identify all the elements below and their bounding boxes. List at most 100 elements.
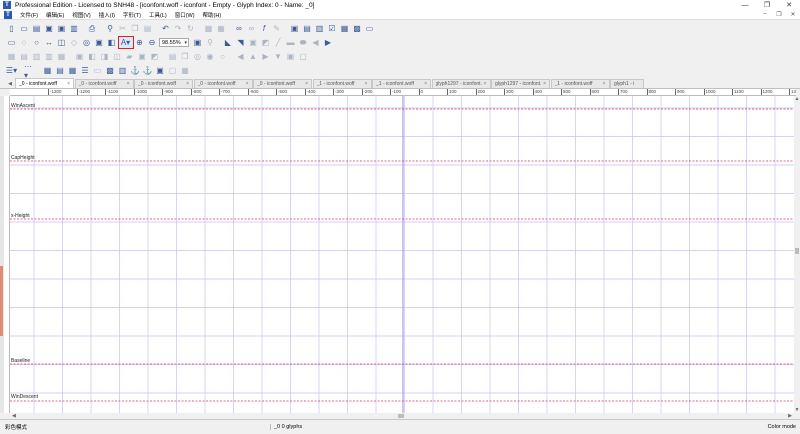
- skew-icon[interactable]: ▰: [124, 51, 135, 62]
- triangle-left-icon[interactable]: ◀: [235, 51, 246, 62]
- zoom-out-icon[interactable]: ⊖: [147, 37, 158, 48]
- tab-document[interactable]: _1 - iconfont.woff ×: [550, 79, 610, 88]
- horizontal-scroll-thumb[interactable]: [398, 414, 404, 418]
- metrics-window-icon[interactable]: ▤: [302, 23, 313, 34]
- doc-close-button[interactable]: ✕: [786, 11, 800, 18]
- menu-help[interactable]: 帮助(H): [199, 11, 226, 19]
- kerning-icon[interactable]: ▩: [352, 23, 363, 34]
- background-image-icon[interactable]: ▣: [94, 37, 105, 48]
- close-button[interactable]: ✕: [778, 0, 800, 10]
- redo-icon[interactable]: ↷: [173, 23, 184, 34]
- contour-icon[interactable]: ◎: [81, 37, 92, 48]
- align-icon[interactable]: ▦: [6, 51, 17, 62]
- close-icon[interactable]: ×: [246, 81, 249, 87]
- highlight-icon[interactable]: ▩: [105, 65, 116, 76]
- test-font-icon[interactable]: ▭: [364, 23, 375, 34]
- move-icon[interactable]: ▣: [137, 51, 148, 62]
- tab-document[interactable]: _0 - iconfont.woff ×: [193, 79, 253, 88]
- zoom-in-icon[interactable]: ⊕: [134, 37, 145, 48]
- tab-document[interactable]: _0 - iconfont.woff ×: [253, 79, 312, 88]
- restore-button[interactable]: ❐: [756, 0, 778, 10]
- tab-document[interactable]: glyph1297 - iconfont.woff×: [431, 79, 491, 88]
- pencil-icon[interactable]: ✎: [271, 23, 282, 34]
- paint-icon[interactable]: ◧: [106, 37, 117, 48]
- ellipse-icon[interactable]: ○: [31, 37, 42, 48]
- eraser-icon[interactable]: ◇: [69, 37, 80, 48]
- corner-icon[interactable]: ◣: [223, 37, 234, 48]
- grid-icon[interactable]: ▦: [42, 65, 53, 76]
- undo-icon[interactable]: ↶: [160, 23, 171, 34]
- distribute-icon[interactable]: ▦: [56, 51, 67, 62]
- new-icon[interactable]: ▯: [6, 23, 17, 34]
- arrow-left-circle-icon[interactable]: ◀: [310, 37, 321, 48]
- oval-icon[interactable]: ⬬: [298, 37, 309, 48]
- minimize-button[interactable]: —: [734, 0, 756, 10]
- function-icon[interactable]: f: [259, 23, 270, 34]
- open-font-icon[interactable]: ▤: [31, 23, 42, 34]
- vertical-scrollbar[interactable]: ▲ ▼: [794, 96, 800, 413]
- close-icon[interactable]: ×: [305, 81, 308, 87]
- text-tool-icon[interactable]: A▾: [117, 36, 134, 49]
- duplicate-icon[interactable]: ❐: [180, 51, 191, 62]
- refresh-icon[interactable]: ↻: [185, 23, 196, 34]
- ungroup-icon[interactable]: ▢: [298, 51, 309, 62]
- contour-tool-icon[interactable]: ○: [217, 51, 228, 62]
- triangle-up-icon[interactable]: ▲: [248, 51, 259, 62]
- list-view-icon[interactable]: ☰: [80, 65, 91, 76]
- close-icon[interactable]: ×: [484, 81, 487, 87]
- zoom-selection-icon[interactable]: ⚲: [205, 37, 216, 48]
- paste-special-icon[interactable]: ▤: [167, 51, 178, 62]
- close-icon[interactable]: ×: [603, 81, 606, 87]
- glyph-list-icon[interactable]: ▦: [216, 23, 227, 34]
- hint-icon[interactable]: ▢: [167, 65, 178, 76]
- unlink-icon[interactable]: ∞: [246, 23, 257, 34]
- menu-file[interactable]: 文件(F): [16, 11, 42, 19]
- stroke-icon[interactable]: ◎: [192, 51, 203, 62]
- outline-icon[interactable]: ▭: [92, 65, 103, 76]
- node-icon[interactable]: ▣: [248, 37, 259, 48]
- properties-icon[interactable]: ▦: [203, 23, 214, 34]
- print-icon[interactable]: ⎙: [87, 23, 98, 34]
- align-right-icon[interactable]: ▥: [44, 51, 55, 62]
- preview-icon[interactable]: ▦: [339, 23, 350, 34]
- scroll-up-icon[interactable]: ▲: [794, 96, 800, 102]
- options-icon[interactable]: ⋯▾: [24, 62, 35, 80]
- doc-restore-button[interactable]: ❐: [772, 11, 786, 18]
- settings-icon[interactable]: ▦: [180, 65, 191, 76]
- tab-document[interactable]: glyph1 - i: [610, 79, 644, 88]
- glyph-window-icon[interactable]: ▥: [314, 23, 325, 34]
- scale-icon[interactable]: ◫: [112, 51, 123, 62]
- group-icon[interactable]: ▣: [285, 51, 296, 62]
- menu-edit[interactable]: 编辑(E): [42, 11, 68, 19]
- tab-document[interactable]: _1 - iconfont.woff ×: [312, 79, 372, 88]
- lock-icon[interactable]: ▣: [155, 65, 166, 76]
- columns-icon[interactable]: ▥: [117, 65, 128, 76]
- align-left-icon[interactable]: ▤: [19, 51, 30, 62]
- close-icon[interactable]: ×: [365, 81, 368, 87]
- copy-icon[interactable]: ❐: [130, 23, 141, 34]
- lasso-icon[interactable]: ◌: [19, 37, 30, 48]
- corner-alt-icon[interactable]: ◥: [235, 37, 246, 48]
- measure-icon[interactable]: ↔: [44, 37, 55, 48]
- tab-document[interactable]: _0 - iconfont.woff ×: [134, 79, 193, 88]
- menu-glyph[interactable]: 字形(T): [119, 11, 145, 19]
- table-view-icon[interactable]: ▦: [67, 65, 78, 76]
- menu-view[interactable]: 视图(V): [68, 11, 94, 19]
- menu-window[interactable]: 窗口(W): [171, 11, 199, 19]
- validate-icon[interactable]: ☑: [327, 23, 338, 34]
- find-icon[interactable]: ⚲: [105, 23, 116, 34]
- tab-document[interactable]: _1 - iconfont.woff ×: [372, 79, 431, 88]
- menu-tools[interactable]: 工具(L): [145, 11, 171, 19]
- transform-icon[interactable]: ▣: [74, 51, 85, 62]
- menu-insert[interactable]: 插入(I): [95, 11, 119, 19]
- triangle-down-icon[interactable]: ▼: [273, 51, 284, 62]
- tab-document[interactable]: _0 - iconfont.woff ×: [15, 78, 74, 88]
- save-as-icon[interactable]: ▣: [56, 23, 67, 34]
- doc-minimize-button[interactable]: –: [758, 11, 772, 18]
- glyph-canvas[interactable]: WinAscent CapHeight x-Height Baseline Wi…: [10, 96, 794, 413]
- zoom-select[interactable]: 98.55% ▾: [159, 38, 189, 47]
- tab-scroll-left-icon[interactable]: ◀: [5, 79, 15, 88]
- knife-line-icon[interactable]: ╱: [273, 37, 284, 48]
- rotate-icon[interactable]: ◨: [99, 51, 110, 62]
- guides-icon[interactable]: ▤: [55, 65, 66, 76]
